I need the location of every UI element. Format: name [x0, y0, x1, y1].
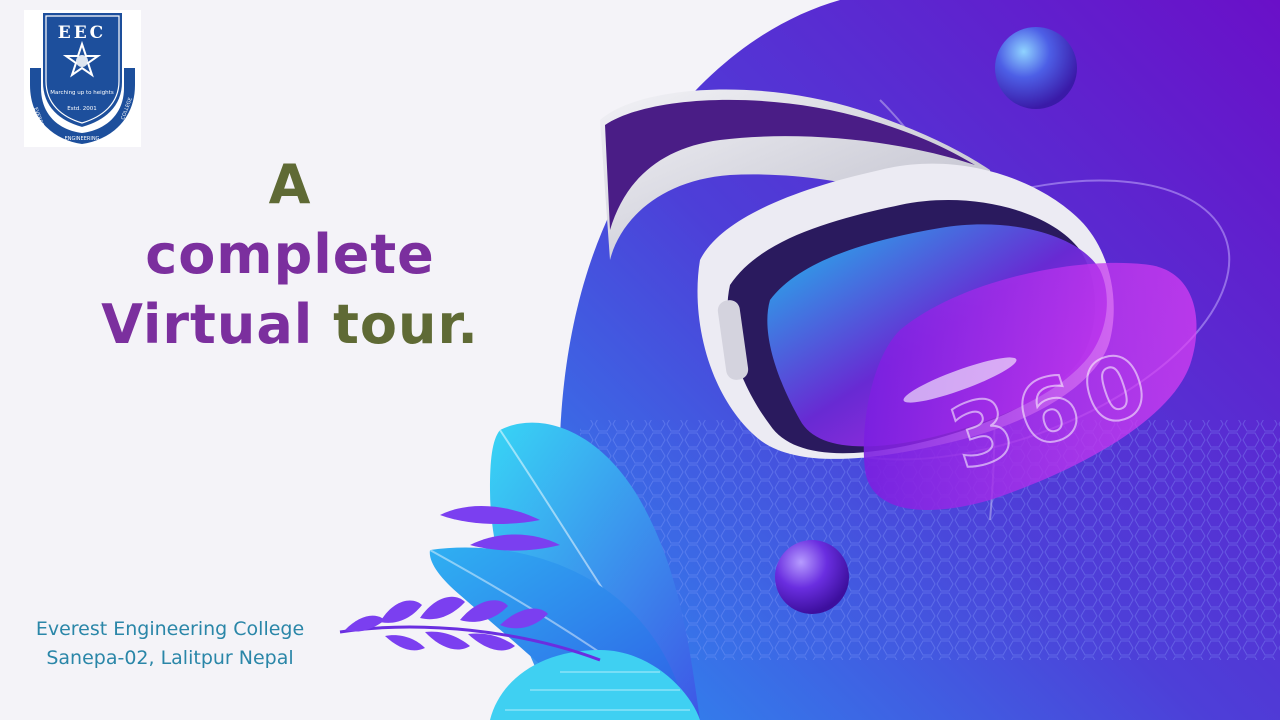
- headline-line1: A: [268, 153, 312, 216]
- college-name: Everest Engineering College: [35, 618, 305, 640]
- college-address: Sanepa-02, Lalitpur Nepal: [46, 647, 294, 669]
- logo-emblem: EEC Marching up to heights Estd. 2001 EV…: [30, 11, 135, 144]
- vr-illustration: 360: [339, 0, 1280, 720]
- logo-ring-bottom: ENGINEERING: [65, 136, 100, 142]
- logo-initials: EEC: [58, 23, 106, 43]
- headline-tour: tour.: [333, 293, 479, 356]
- logo-established: Estd. 2001: [67, 106, 96, 112]
- footer-address: Everest Engineering College Sanepa-02, L…: [10, 615, 330, 673]
- headline: A complete Virtual tour.: [60, 150, 520, 360]
- sphere-top: [995, 27, 1077, 109]
- college-logo: EEC Marching up to heights Estd. 2001 EV…: [24, 10, 141, 147]
- logo-motto: Marching up to heights: [50, 90, 114, 96]
- headline-virtual: Virtual: [101, 293, 314, 356]
- sphere-bottom: [775, 540, 849, 614]
- headline-line2: complete: [145, 223, 435, 286]
